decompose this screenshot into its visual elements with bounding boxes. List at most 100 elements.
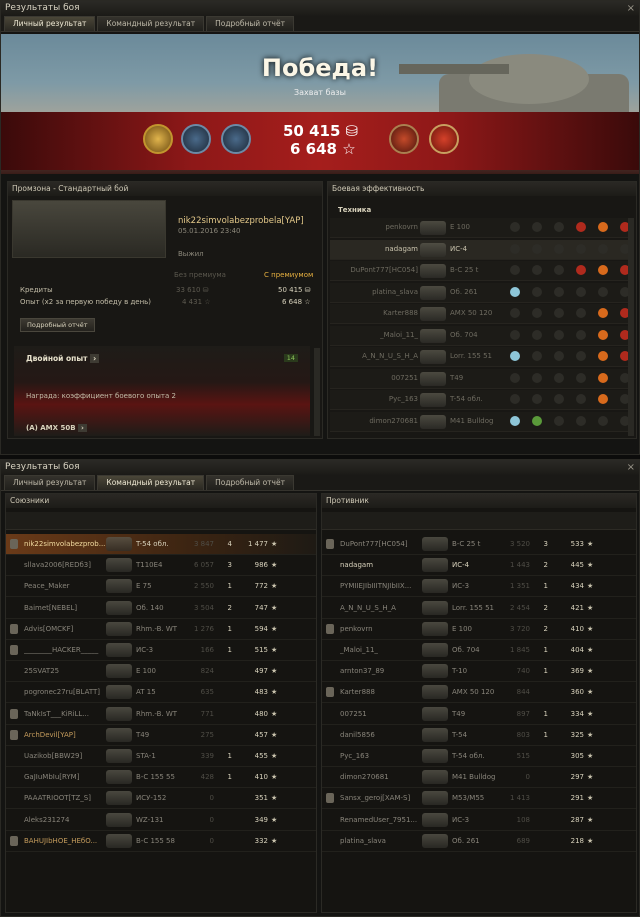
efficiency-stat-icon [532,394,542,404]
xp-total: 6 648 ☆ [290,140,356,158]
tab-team-result[interactable]: Командный результат [97,16,205,31]
xp-value: 533 [570,540,584,548]
xp-value: 747 [254,603,268,612]
table-row[interactable]: PAAATRIOOT[TZ_S] ИСУ-152 0 351 ★ [6,788,316,810]
tank-name: M53/M55 [452,794,485,803]
efficiency-stat-icon [554,372,564,383]
table-row[interactable]: ArchDevil[YAP] T49 275 457 ★ [6,725,316,746]
frags-value: 2 [543,561,548,570]
efficiency-stat-icon [598,351,608,361]
damage-value: 275 [200,730,214,739]
table-row[interactable]: penkovrn E 100 3 720 2 410 ★ [322,619,636,640]
tank-name: E 75 [136,582,152,591]
efficiency-stat-icon [598,329,608,340]
efficiency-tank-name: AMX 50 120 [450,309,493,317]
medal-icon[interactable] [221,124,251,154]
tank-icon [422,706,448,721]
efficiency-stat-icon [554,351,564,361]
player-name: _Maloi_11_ [340,646,378,654]
table-row[interactable]: pogronec27ru[BLATT] AT 15 635 483 ★ [6,682,316,704]
efficiency-stat-icon [598,308,608,318]
table-row[interactable]: GaJIuMbIu[RYM] B-C 155 55 428 1 410 ★ [6,767,316,789]
efficiency-row[interactable]: penkovrn E 100 [330,218,630,238]
frags-value: 1 [227,646,232,654]
table-row[interactable]: Peace_Maker E 75 2 550 1 772 ★ [6,576,316,598]
chevron-right-icon[interactable]: › [90,354,100,363]
table-row[interactable]: A_N_N_U_S_H_A Lorr. 155 51 2 454 2 421 ★ [322,598,636,619]
table-row[interactable]: nik22simvolabezprob... T-54 обл. 3 847 4 1 4… [6,534,316,555]
table-row[interactable]: danil5856 T-54 803 1 325 ★ [322,725,636,746]
table-row[interactable]: platina_slava Об. 261 689 218 ★ [322,831,636,852]
efficiency-row[interactable]: Рус_163 T-54 обл. [330,390,630,410]
efficiency-row[interactable]: nadagam ИС-4 [330,239,630,260]
xp-value: 772 [254,582,268,591]
table-row[interactable]: sllava2006[REDб3] T110E4 6 057 3 986 ★ [6,555,316,577]
table-row[interactable]: Sansx_geroj[XAM-S] M53/M55 1 413 291 ★ [322,788,636,810]
close-icon[interactable]: × [627,460,635,475]
efficiency-row[interactable]: Karter888 AMX 50 120 [330,304,630,324]
scrollbar[interactable] [314,348,320,436]
damage-value: 515 [516,752,530,760]
efficiency-stat-icon [554,286,564,297]
efficiency-row[interactable]: _Maloi_11_ Об. 704 [330,325,630,346]
table-row[interactable]: 25SVAT25 E 100 824 497 ★ [6,661,316,683]
efficiency-stat-icon [598,286,608,297]
table-row[interactable]: Aleks231274 WZ-131 0 349 ★ [6,810,316,831]
damage-value: 6 057 [193,561,214,570]
efficiency-row[interactable]: dimon270681 M41 Bulldog [330,411,630,432]
table-row[interactable]: arnton37_89 T-10 740 1 369 ★ [322,661,636,683]
table-row[interactable]: Advis[OMCKF] Rhm.-B. WT 1 276 1 594 ★ [6,619,316,640]
table-row[interactable]: RenamedUser_7951... ИС-3 108 287 ★ [322,810,636,831]
frags-value: 3 [543,540,548,548]
player-name: PAAATRIOOT[TZ_S] [24,794,91,803]
tab-personal-result[interactable]: Личный результат [4,16,96,31]
platoon-icon [10,835,18,846]
achievement-icon[interactable] [389,124,419,154]
damage-value: 1 443 [509,561,530,570]
table-row[interactable]: nadagam ИС-4 1 443 2 445 ★ [322,555,636,577]
efficiency-list: penkovrn E 100 nadagam ИС-4 DuPont777[HC054]… [330,218,630,436]
star-icon: ★ [587,582,594,591]
table-row[interactable]: Рус_163 T-54 обл. 515 305 ★ [322,746,636,767]
platoon-icon [326,539,334,549]
efficiency-row[interactable]: platina_slava Об. 261 [330,282,630,303]
tank-icon [106,770,132,785]
efficiency-stat-icon [598,372,608,383]
table-row[interactable]: Uazikob[BBW29] STA-1 339 1 455 ★ [6,746,316,767]
close-icon[interactable]: × [627,1,635,16]
tab-team-result[interactable]: Командный результат [97,475,205,490]
efficiency-stat-icon [576,308,586,318]
credits-prem: 50 415 ⛁ [278,286,311,294]
xp-value: 334 [570,709,584,718]
table-row[interactable]: Karter888 AMX 50 120 844 360 ★ [322,682,636,704]
tank-icon [420,371,446,386]
table-row[interactable]: Baimet[NEBEL] Об. 140 3 504 2 747 ★ [6,598,316,619]
scrollbar[interactable] [628,218,634,436]
window-titlebar: Результаты боя × [1,1,639,16]
efficiency-row[interactable]: 007251 T49 [330,368,630,389]
mastery-badge-icon[interactable] [143,124,173,154]
achievement-icon[interactable] [429,124,459,154]
table-row[interactable]: dimon270681 M41 Bulldog 0 297 ★ [322,767,636,789]
player-name: ________HACKER_____ [24,646,99,654]
medal-icon[interactable] [181,124,211,154]
table-row[interactable]: DuPont777[HC054] B-C 25 t 3 520 3 533 ★ [322,534,636,555]
detailed-report-button[interactable]: Подробный отчёт [20,318,95,332]
table-row[interactable]: _Maloi_11_ Об. 704 1 845 1 404 ★ [322,640,636,661]
tab-detailed-report[interactable]: Подробный отчёт [206,475,294,490]
tab-detailed-report[interactable]: Подробный отчёт [206,16,294,31]
chevron-right-icon[interactable]: › [77,424,87,432]
table-row[interactable]: 007251 T49 897 1 334 ★ [322,704,636,725]
efficiency-row[interactable]: DuPont777[HC054] B-C 25 t [330,261,630,281]
efficiency-row[interactable]: A_N_N_U_S_H_A Lorr. 155 51 [330,347,630,367]
table-row[interactable]: PYMIIEJIbIIITNJIbIIX... ИС-3 1 351 1 434 ★ [322,576,636,598]
damage-value: 339 [200,752,214,760]
star-icon: ★ [587,688,594,697]
xp-value: 1 477 [247,540,268,548]
table-row[interactable]: ________HACKER_____ ИС-3 166 1 515 ★ [6,640,316,661]
table-row[interactable]: TaNkIsT___KiRiLL... Rhm.-B. WT 771 480 ★ [6,704,316,725]
table-row[interactable]: BAHUJIbHOE_HEбO... B-C 155 58 0 332 ★ [6,831,316,852]
damage-value: 2 454 [509,603,530,612]
damage-value: 740 [516,667,530,676]
tab-personal-result[interactable]: Личный результат [4,475,96,490]
